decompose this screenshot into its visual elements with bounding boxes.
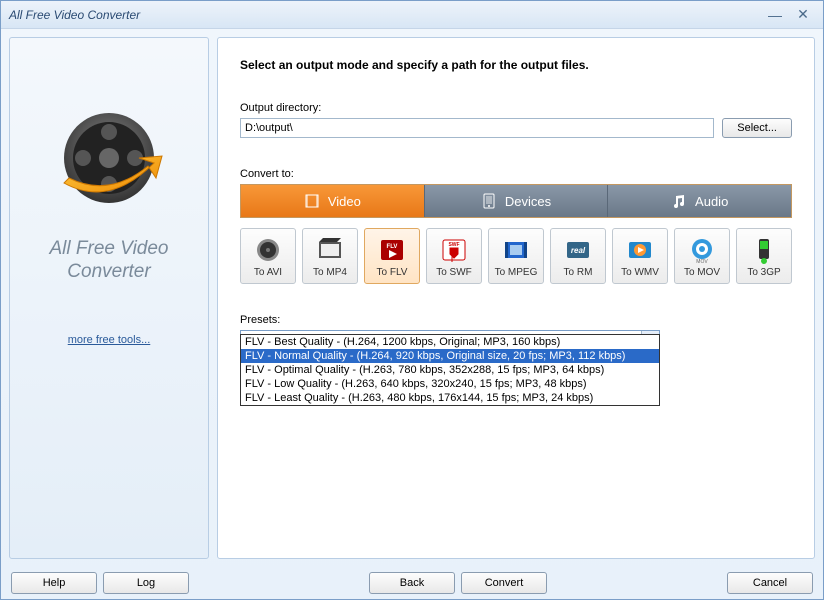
format-3gp[interactable]: To 3GP	[736, 228, 792, 284]
format-mov[interactable]: MOV To MOV	[674, 228, 730, 284]
format-wmv[interactable]: To WMV	[612, 228, 668, 284]
output-dir-input[interactable]	[240, 118, 714, 138]
format-rm[interactable]: real To RM	[550, 228, 606, 284]
tab-video[interactable]: Video	[241, 185, 424, 217]
presets-label: Presets:	[240, 314, 792, 326]
preset-option[interactable]: FLV - Optimal Quality - (H.263, 780 kbps…	[241, 363, 659, 377]
app-logo-icon	[44, 98, 174, 228]
window-title: All Free Video Converter	[9, 8, 759, 22]
format-swf[interactable]: SWF To SWF	[426, 228, 482, 284]
svg-text:SWF: SWF	[448, 242, 459, 248]
mov-icon: MOV	[686, 235, 718, 265]
titlebar: All Free Video Converter — ✕	[1, 1, 823, 29]
mpeg-icon	[500, 235, 532, 265]
flv-icon: FLV	[376, 235, 408, 265]
more-tools-link[interactable]: more free tools...	[68, 334, 151, 346]
sidebar-title: All Free Video Converter	[50, 238, 169, 284]
format-mpeg[interactable]: To MPEG	[488, 228, 544, 284]
minimize-button[interactable]: —	[763, 7, 787, 23]
device-icon	[481, 193, 497, 209]
cancel-button[interactable]: Cancel	[727, 572, 813, 594]
preset-option[interactable]: FLV - Normal Quality - (H.264, 920 kbps,…	[241, 349, 659, 363]
mp4-icon	[314, 235, 346, 265]
tab-row: Video Devices Audio	[240, 184, 792, 218]
format-grid: To AVI To MP4 FLV To FLV SWF To SWF To M…	[240, 228, 792, 284]
format-mp4[interactable]: To MP4	[302, 228, 358, 284]
footer: Help Log Back Convert Cancel	[1, 567, 823, 599]
svg-text:real: real	[571, 246, 586, 255]
help-button[interactable]: Help	[11, 572, 97, 594]
tab-audio[interactable]: Audio	[607, 185, 791, 217]
app-window: All Free Video Converter — ✕	[0, 0, 824, 600]
log-button[interactable]: Log	[103, 572, 189, 594]
preset-option[interactable]: FLV - Low Quality - (H.263, 640 kbps, 32…	[241, 377, 659, 391]
svg-text:MOV: MOV	[696, 259, 708, 264]
preset-dropdown: FLV - Best Quality - (H.264, 1200 kbps, …	[240, 334, 660, 406]
convert-button[interactable]: Convert	[461, 572, 547, 594]
filmstrip-icon	[304, 193, 320, 209]
output-dir-label: Output directory:	[240, 102, 792, 114]
wmv-icon	[624, 235, 656, 265]
format-avi[interactable]: To AVI	[240, 228, 296, 284]
close-button[interactable]: ✕	[791, 7, 815, 23]
avi-icon	[252, 235, 284, 265]
main-panel: Select an output mode and specify a path…	[217, 37, 815, 559]
svg-text:FLV: FLV	[387, 244, 398, 250]
select-dir-button[interactable]: Select...	[722, 118, 792, 138]
sidebar: All Free Video Converter more free tools…	[9, 37, 209, 559]
format-flv[interactable]: FLV To FLV	[364, 228, 420, 284]
music-note-icon	[671, 193, 687, 209]
preset-option[interactable]: FLV - Best Quality - (H.264, 1200 kbps, …	[241, 335, 659, 349]
rm-icon: real	[562, 235, 594, 265]
output-dir-row: Select...	[240, 118, 792, 138]
swf-icon: SWF	[438, 235, 470, 265]
convert-to-label: Convert to:	[240, 168, 792, 180]
instruction-text: Select an output mode and specify a path…	[240, 58, 792, 72]
tab-devices[interactable]: Devices	[424, 185, 608, 217]
back-button[interactable]: Back	[369, 572, 455, 594]
3gp-icon	[748, 235, 780, 265]
preset-section: Presets: FLV - Normal Quality - (H.264, …	[240, 314, 792, 350]
content-area: All Free Video Converter more free tools…	[1, 29, 823, 567]
preset-option[interactable]: FLV - Least Quality - (H.263, 480 kbps, …	[241, 391, 659, 405]
